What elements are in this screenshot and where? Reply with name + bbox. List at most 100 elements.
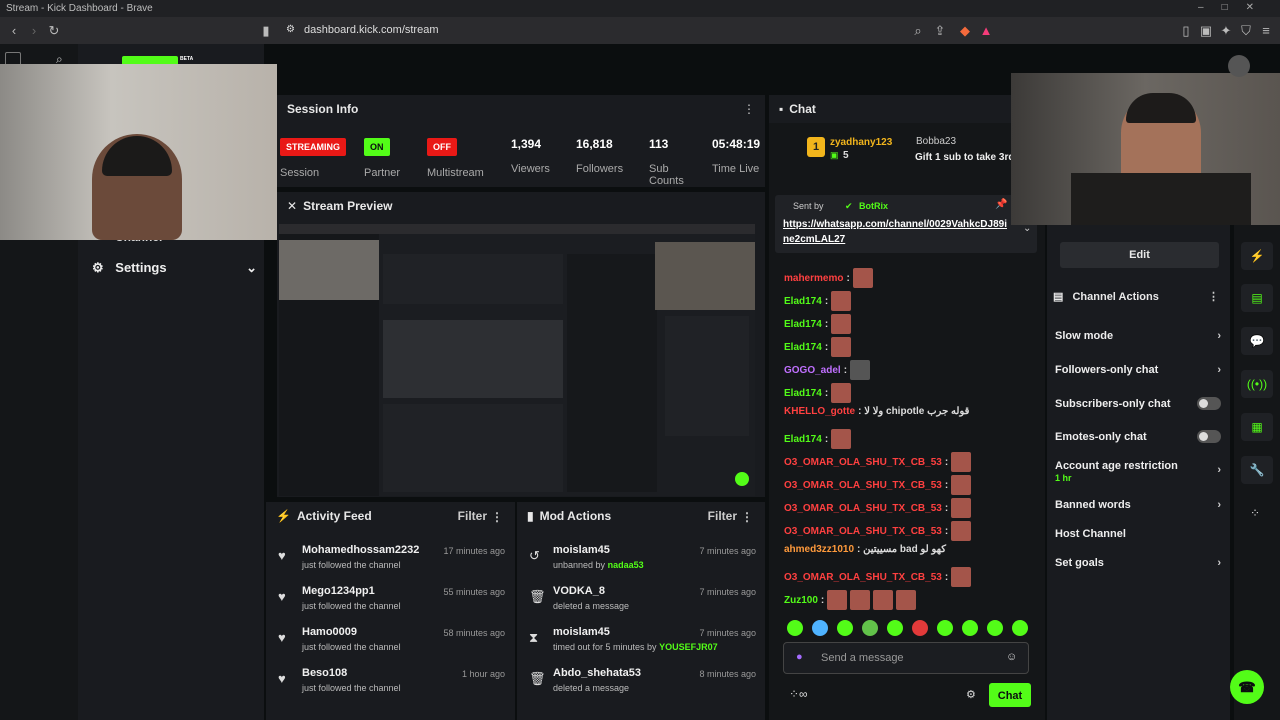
filter-button[interactable]: Filter — [458, 509, 487, 523]
pinned-link[interactable]: https://whatsapp.com/channel/0029VahkcDJ… — [783, 217, 1009, 247]
moderator-name[interactable]: YOUSEFJR07 — [659, 642, 718, 652]
support-chat-button[interactable]: ☎ — [1230, 670, 1264, 704]
toggle-switch[interactable] — [1197, 397, 1221, 410]
chat-username[interactable]: Elad174 — [784, 296, 822, 307]
mod-target-name[interactable]: Abdo_shehata53 — [553, 667, 641, 679]
back-icon[interactable]: ‹ — [4, 23, 24, 38]
edit-button[interactable]: Edit — [1060, 242, 1219, 268]
profile-avatar[interactable] — [1228, 55, 1250, 77]
follower-name[interactable]: Mego1234pp1 — [302, 585, 375, 597]
chat-username[interactable]: GOGO_adel — [784, 365, 841, 376]
session-info-panel: Session Info ⋮ STREAMING Session ON Part… — [277, 95, 765, 187]
mod-target-name[interactable]: VODKA_8 — [553, 585, 605, 597]
pinned-message[interactable]: Sent by ✔ BotRix 📌 https://whatsapp.com/… — [775, 195, 1037, 253]
channel-action-set-goals[interactable]: Set goals › — [1055, 557, 1225, 569]
mic-icon[interactable]: ● — [796, 651, 803, 663]
emote-picker-item[interactable] — [962, 620, 978, 636]
address-bar[interactable]: ⚙ dashboard.kick.com/stream — [280, 21, 1000, 40]
gift-goal[interactable]: Bobba23 Gift 1 sub to take 3rd — [901, 135, 1014, 165]
more-icon[interactable]: ⋮ — [741, 510, 753, 524]
follower-name[interactable]: Beso108 — [302, 667, 347, 679]
emote-picker-item[interactable] — [887, 620, 903, 636]
chat-username[interactable]: O3_OMAR_OLA_SHU_TX_CB_53 — [784, 526, 942, 537]
chat-username[interactable]: Elad174 — [784, 388, 822, 399]
chat-username[interactable]: O3_OMAR_OLA_SHU_TX_CB_53 — [784, 503, 942, 514]
pin-icon[interactable]: 📌 — [995, 199, 1007, 210]
emote-picker-item[interactable] — [1012, 620, 1028, 636]
leo-icon[interactable]: ✦ — [1216, 23, 1236, 39]
zoom-icon[interactable]: ⌕ — [908, 23, 928, 39]
mod-target-name[interactable]: moislam45 — [553, 626, 610, 638]
chat-username[interactable]: KHELLO_gotte — [784, 406, 855, 417]
chat-username[interactable]: mahermemo — [784, 273, 843, 284]
channel-action-emotes-only-chat[interactable]: Emotes-only chat — [1055, 430, 1225, 443]
vpn-icon[interactable]: ⛉ — [1236, 23, 1256, 39]
filter-button[interactable]: Filter — [708, 509, 737, 523]
chat-settings-icon[interactable]: ⚙ — [966, 688, 976, 701]
channel-action-banned-words[interactable]: Banned words › — [1055, 499, 1225, 511]
emote-picker-item[interactable] — [837, 620, 853, 636]
close-icon[interactable]: ✕ — [287, 199, 297, 213]
chat-icon[interactable]: 💬 — [1241, 327, 1273, 355]
channel-action-followers-only-chat[interactable]: Followers-only chat › — [1055, 364, 1225, 376]
clipboard-icon[interactable]: ▦ — [1241, 413, 1273, 441]
emote-picker-item[interactable] — [987, 620, 1003, 636]
menu-icon[interactable]: ≡ — [1256, 23, 1276, 38]
brave-shields-icon[interactable]: ◆ — [955, 23, 975, 39]
site-settings-icon[interactable]: ⚙ — [286, 24, 295, 35]
broadcast-icon[interactable]: ((•)) — [1241, 370, 1273, 398]
emote — [831, 337, 852, 357]
more-icon[interactable]: ⋮ — [1208, 290, 1219, 303]
chevron-right-icon: › — [1217, 330, 1221, 342]
chat-message-text: : — [824, 433, 829, 445]
mod-target-name[interactable]: moislam45 — [553, 544, 610, 556]
forward-icon[interactable]: › — [24, 23, 44, 38]
emote-picker-item[interactable] — [812, 620, 828, 636]
chat-username[interactable]: O3_OMAR_OLA_SHU_TX_CB_53 — [784, 480, 942, 491]
send-chat-button[interactable]: Chat — [989, 683, 1031, 707]
window-controls[interactable]: –□✕ — [1198, 2, 1272, 13]
chat-username[interactable]: Zuz100 — [784, 595, 818, 606]
chat-username[interactable]: Elad174 — [784, 434, 822, 445]
stream-preview-video[interactable] — [279, 224, 755, 496]
emoji-icon[interactable]: ☺ — [1006, 651, 1017, 663]
emote-picker-item[interactable] — [862, 620, 878, 636]
wrench-icon[interactable]: 🔧 — [1241, 456, 1273, 484]
channel-action-host-channel[interactable]: Host Channel — [1055, 528, 1225, 540]
follower-name[interactable]: Mohamedhossam2232 — [302, 544, 419, 556]
bookmark-icon[interactable]: ▮ — [256, 23, 276, 39]
chat-message: O3_OMAR_OLA_SHU_TX_CB_53: — [784, 475, 972, 495]
sidebar-toggle-icon[interactable]: ▯ — [1176, 23, 1196, 39]
lightning-icon[interactable]: ⚡ — [1241, 242, 1273, 270]
more-icon[interactable]: ⋮ — [743, 102, 755, 116]
toggle-switch[interactable] — [1197, 430, 1221, 443]
channel-action-slow-mode[interactable]: Slow mode › — [1055, 330, 1225, 342]
chat-input-placeholder: Send a message — [821, 652, 904, 664]
sidebar-item-settings[interactable]: ⚙ Settings ⌄ — [92, 260, 257, 278]
reload-icon[interactable]: ↻ — [44, 23, 64, 39]
time-live-label: Time Live — [712, 163, 760, 175]
wallet-icon[interactable]: ▣ — [1196, 23, 1216, 39]
chat-message: Elad174: — [784, 383, 852, 403]
brave-rewards-icon[interactable]: ▲ — [976, 23, 996, 38]
chat-username[interactable]: ahmed3zz1010 — [784, 544, 854, 555]
moderator-name[interactable]: nadaa53 — [608, 560, 644, 570]
emote-picker-item[interactable] — [937, 620, 953, 636]
channel-action-account-age-restriction[interactable]: Account age restriction 1 hr › — [1055, 460, 1225, 483]
share-icon[interactable]: ⇪ — [930, 23, 950, 39]
emote-picker-item[interactable] — [912, 620, 928, 636]
more-icon[interactable]: ⋮ — [491, 510, 503, 524]
emote-picker-item[interactable] — [787, 620, 803, 636]
chat-message-text: : — [944, 502, 949, 514]
chat-input[interactable]: ● Send a message ☺ — [783, 642, 1029, 674]
chat-username[interactable]: O3_OMAR_OLA_SHU_TX_CB_53 — [784, 572, 942, 583]
follower-name[interactable]: Hamo0009 — [302, 626, 357, 638]
channel-action-subscribers-only-chat[interactable]: Subscribers-only chat — [1055, 397, 1225, 410]
top-gifter[interactable]: 1 zyadhany123 ▣ 5 — [807, 135, 901, 165]
emote — [850, 360, 871, 380]
document-icon[interactable]: ▤ — [1241, 284, 1273, 312]
chat-username[interactable]: Elad174 — [784, 342, 822, 353]
apps-icon[interactable]: ⁘ — [1250, 506, 1260, 520]
chat-username[interactable]: O3_OMAR_OLA_SHU_TX_CB_53 — [784, 457, 942, 468]
chat-username[interactable]: Elad174 — [784, 319, 822, 330]
